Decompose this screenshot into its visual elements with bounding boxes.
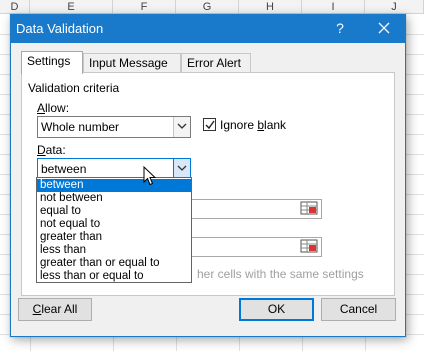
- option-greater-than[interactable]: greater than: [37, 231, 191, 244]
- column-header-j[interactable]: J: [365, 0, 424, 14]
- dialog-titlebar[interactable]: Data Validation ?: [11, 15, 405, 43]
- option-greater-than-or-equal-to[interactable]: greater than or equal to: [37, 257, 191, 270]
- ignore-blank-label-end: lank: [264, 118, 287, 132]
- column-header-g[interactable]: G: [176, 0, 239, 14]
- help-button[interactable]: ?: [329, 17, 351, 39]
- column-header-e[interactable]: E: [30, 0, 113, 14]
- allow-label-mnemonic: A: [37, 101, 46, 115]
- close-button[interactable]: [371, 17, 397, 39]
- column-header-f[interactable]: F: [113, 0, 176, 14]
- column-header-h[interactable]: H: [239, 0, 302, 14]
- range-selector-icon: [300, 201, 318, 215]
- clear-all-mnemonic: C: [32, 302, 42, 316]
- tab-input-message[interactable]: Input Message: [83, 53, 181, 73]
- ok-button[interactable]: OK: [239, 298, 314, 321]
- data-label-text: ata:: [45, 143, 66, 157]
- data-options-list: between not between equal to not equal t…: [36, 177, 192, 283]
- minimum-range-collapse-button[interactable]: [300, 200, 320, 218]
- allow-select[interactable]: Whole number: [37, 116, 191, 138]
- ignore-blank-checkbox[interactable]: [203, 118, 216, 131]
- option-not-equal-to[interactable]: not equal to: [37, 218, 191, 231]
- clear-all-button[interactable]: Clear All: [18, 298, 92, 321]
- chevron-down-icon: [177, 165, 187, 171]
- checkmark-icon: [205, 120, 215, 130]
- chevron-down-icon: [177, 123, 187, 129]
- maximum-range-input[interactable]: [182, 237, 322, 257]
- option-equal-to[interactable]: equal to: [37, 205, 191, 218]
- option-not-between[interactable]: not between: [37, 192, 191, 205]
- data-label: Data:: [37, 143, 66, 157]
- close-icon: [378, 22, 390, 34]
- allow-label: Allow:: [37, 101, 69, 115]
- option-less-than-or-equal-to[interactable]: less than or equal to: [37, 270, 191, 283]
- data-label-mnemonic: D: [37, 143, 46, 157]
- range-selector-icon: [300, 239, 318, 253]
- clear-all-label: lear All: [41, 302, 78, 316]
- allow-dropdown-button[interactable]: [173, 117, 190, 137]
- data-select-value: between: [41, 162, 87, 176]
- column-header-i[interactable]: I: [302, 0, 365, 14]
- apply-all-label: her cells with the same settings: [197, 267, 364, 281]
- tab-settings[interactable]: Settings: [21, 51, 83, 74]
- ignore-blank-label[interactable]: Ignore blank: [220, 118, 286, 132]
- option-less-than[interactable]: less than: [37, 244, 191, 257]
- mouse-cursor-icon: [143, 166, 157, 186]
- maximum-range-collapse-button[interactable]: [300, 238, 320, 256]
- option-between[interactable]: between: [37, 179, 191, 192]
- dialog-title: Data Validation: [16, 21, 104, 36]
- allow-label-text: llow:: [45, 101, 70, 115]
- allow-select-value: Whole number: [41, 120, 120, 134]
- tab-error-alert[interactable]: Error Alert: [181, 53, 251, 73]
- column-header-row: D E F G H I J: [0, 0, 424, 14]
- validation-criteria-label: Validation criteria: [28, 81, 120, 95]
- minimum-range-input[interactable]: [182, 199, 322, 219]
- data-validation-dialog: Data Validation ? Settings Input Message…: [10, 14, 406, 337]
- cancel-button[interactable]: Cancel: [321, 298, 396, 321]
- ignore-blank-label-start: Ignore: [220, 118, 258, 132]
- column-header-d[interactable]: D: [0, 0, 30, 14]
